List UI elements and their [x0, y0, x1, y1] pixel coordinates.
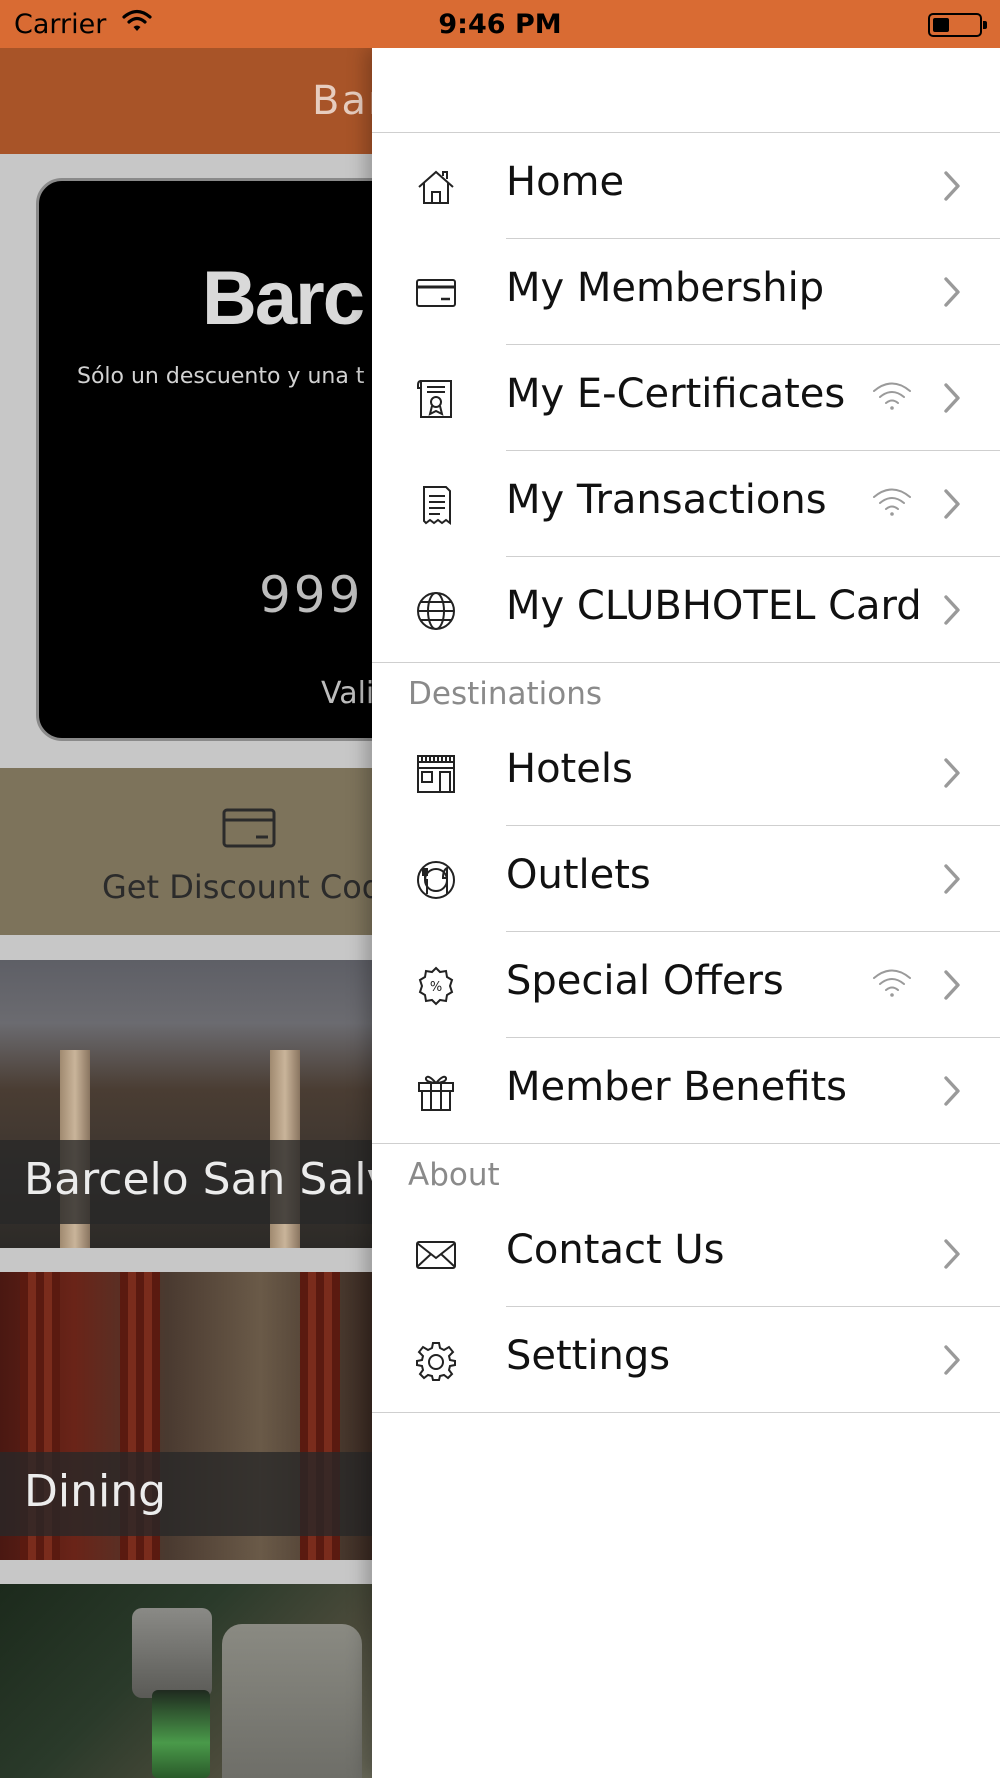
receipt-icon [416, 485, 456, 525]
menu-item-contact-us[interactable]: Contact Us [372, 1201, 1000, 1307]
menu-item-special-offers[interactable]: % Special Offers [372, 932, 1000, 1038]
home-icon [416, 167, 456, 207]
get-discount-code-label: Get Discount Cod [102, 868, 372, 906]
menu-item-settings[interactable]: Settings [372, 1307, 1000, 1413]
hotel-icon [416, 754, 456, 794]
menu-item-label: Hotels [506, 746, 633, 792]
menu-item-label: My CLUBHOTEL Card [506, 583, 922, 629]
gear-icon [416, 1341, 456, 1381]
menu-item-label: My E-Certificates [506, 371, 846, 417]
chevron-right-icon [942, 382, 962, 418]
dining-icon [416, 860, 456, 900]
hotel-tile[interactable]: Barcelo San Salva [0, 960, 372, 1248]
chevron-right-icon [942, 488, 962, 524]
menu-item-home[interactable]: Home [372, 133, 1000, 239]
section-header-about: About [408, 1157, 500, 1193]
gift-icon [416, 1072, 456, 1112]
card-valid-label: Vali [321, 676, 372, 711]
menu-item-member-benefits[interactable]: Member Benefits [372, 1038, 1000, 1144]
menu-item-label: Home [506, 159, 625, 205]
amenities-tile[interactable] [0, 1584, 372, 1778]
membership-card[interactable]: Barc Sólo un descuento y una t 999 9 Val… [36, 178, 372, 741]
menu-item-hotels[interactable]: Hotels [372, 720, 1000, 826]
menu-item-label: Outlets [506, 852, 651, 898]
chevron-right-icon [942, 757, 962, 793]
menu-item-label: My Transactions [506, 477, 827, 523]
globe-icon [416, 591, 456, 631]
chevron-right-icon [942, 276, 962, 312]
menu-item-label: Settings [506, 1333, 671, 1379]
section-header-destinations: Destinations [408, 676, 603, 712]
tile-label: Dining [24, 1466, 167, 1517]
chevron-right-icon [942, 1344, 962, 1380]
menu-item-label: My Membership [506, 265, 825, 311]
online-indicator-icon [872, 380, 912, 416]
chevron-right-icon [942, 170, 962, 206]
menu-item-outlets[interactable]: Outlets [372, 826, 1000, 932]
card-brand-logo: Barc [202, 256, 365, 341]
menu-item-my-transactions[interactable]: My Transactions [372, 451, 1000, 557]
envelope-icon [416, 1235, 456, 1275]
chevron-right-icon [942, 594, 962, 630]
menu-item-my-membership[interactable]: My Membership [372, 239, 1000, 345]
credit-card-icon [222, 808, 276, 852]
certificate-icon [416, 379, 456, 419]
menu-item-label: Contact Us [506, 1227, 725, 1273]
menu-item-label: Member Benefits [506, 1064, 847, 1110]
online-indicator-icon [872, 967, 912, 1003]
clock: 9:46 PM [438, 9, 562, 40]
svg-text:%: % [430, 980, 442, 995]
battery-icon [928, 13, 987, 37]
credit-card-icon [416, 273, 456, 313]
chevron-right-icon [942, 863, 962, 899]
chevron-right-icon [942, 969, 962, 1005]
menu-item-my-e-certificates[interactable]: My E-Certificates [372, 345, 1000, 451]
card-tagline: Sólo un descuento y una t [77, 364, 365, 389]
online-indicator-icon [872, 486, 912, 522]
menu-item-label: Special Offers [506, 958, 784, 1004]
chevron-right-icon [942, 1238, 962, 1274]
chevron-right-icon [942, 1075, 962, 1111]
card-number: 999 9 [259, 566, 372, 624]
navigation-bar: Bar [0, 48, 372, 154]
tile-label: Barcelo San Salva [24, 1154, 372, 1205]
get-discount-code-button[interactable]: Get Discount Cod [0, 768, 372, 935]
dining-tile[interactable]: Dining [0, 1272, 372, 1560]
nav-title: Bar [312, 78, 372, 124]
background-app-screen: Bar Barc Sólo un descuento y una t 999 9… [0, 48, 372, 1778]
status-bar: Carrier 9:46 PM [0, 0, 1000, 48]
percent-badge-icon: % [416, 966, 456, 1006]
side-menu-drawer: Home My Membership My E-Certificates My … [372, 48, 1000, 1778]
drawer-header [372, 48, 1000, 133]
menu-item-my-clubhotel-card[interactable]: My CLUBHOTEL Card [372, 557, 1000, 663]
